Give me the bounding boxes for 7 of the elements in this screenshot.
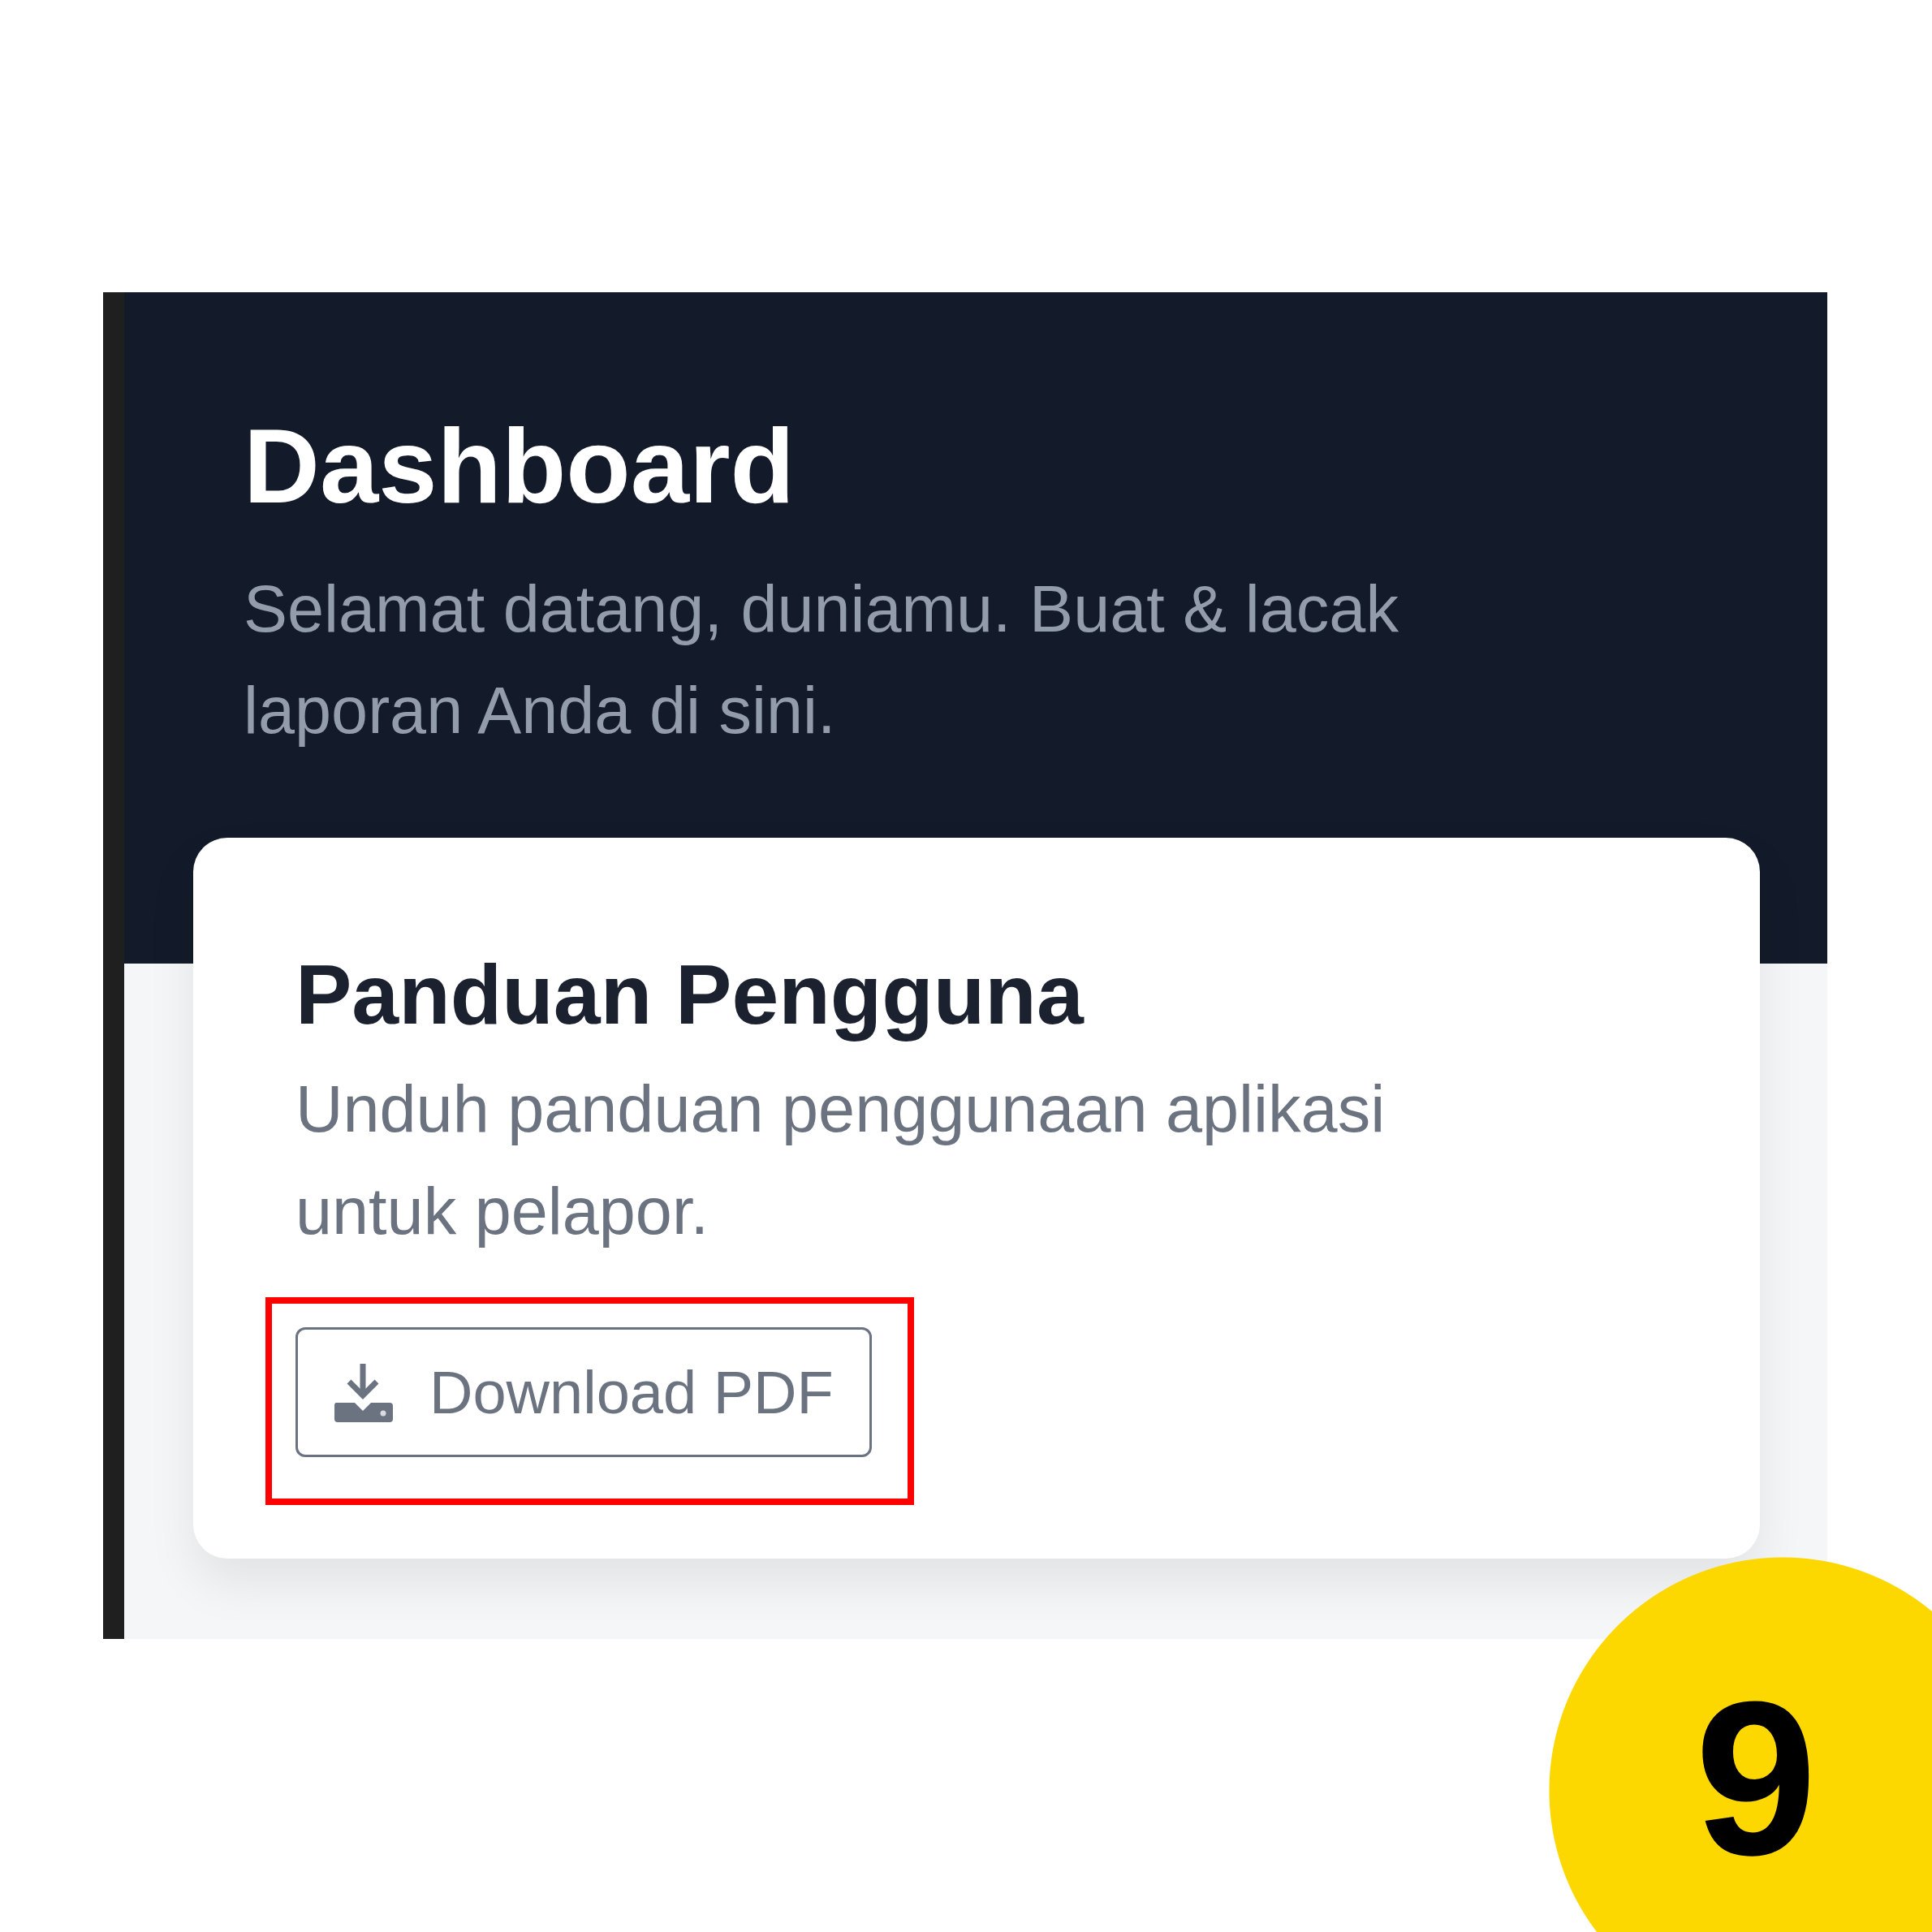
page-title: Dashboard: [244, 413, 796, 519]
download-pdf-button[interactable]: Download PDF: [295, 1327, 872, 1457]
card-title: Panduan Pengguna: [295, 947, 1085, 1043]
page-subtitle: Selamat datang, duniamu. Buat & lacak laporan Anda di sini.: [244, 571, 1399, 748]
step-badge: 9: [1549, 1555, 1932, 1932]
download-icon: [333, 1361, 394, 1423]
card-description: Unduh panduan penggunaan aplikasi untuk pelapor.: [295, 1072, 1386, 1249]
